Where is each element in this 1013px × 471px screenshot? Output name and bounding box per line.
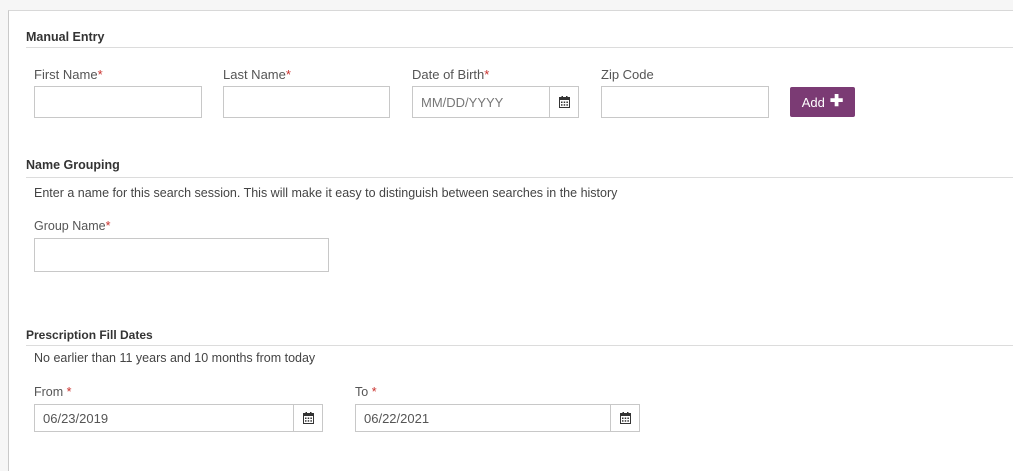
name-grouping-divider — [26, 177, 1013, 178]
plus-icon: ✚ — [829, 93, 844, 110]
group-name-input[interactable] — [34, 238, 329, 272]
from-calendar-button[interactable] — [293, 405, 322, 431]
first-name-input[interactable] — [34, 86, 202, 118]
last-name-label: Last Name* — [223, 67, 291, 82]
dob-label: Date of Birth* — [412, 67, 490, 82]
zip-code-input[interactable] — [601, 86, 769, 118]
zip-label: Zip Code — [601, 67, 654, 82]
fill-dates-description: No earlier than 11 years and 10 months f… — [34, 351, 316, 365]
calendar-icon — [558, 96, 570, 108]
dob-input[interactable] — [413, 87, 549, 117]
fill-dates-title: Prescription Fill Dates — [26, 328, 153, 342]
manual-entry-divider — [26, 47, 1013, 48]
dob-calendar-button[interactable] — [549, 87, 578, 117]
calendar-icon — [302, 412, 314, 424]
calendar-icon — [619, 412, 631, 424]
first-name-label: First Name* — [34, 67, 103, 82]
add-button-label: Add — [801, 94, 825, 110]
group-name-label: Group Name* — [34, 219, 111, 233]
to-label: To * — [355, 385, 377, 399]
name-grouping-title: Name Grouping — [26, 158, 120, 172]
manual-entry-title: Manual Entry — [26, 30, 105, 44]
to-date-field — [355, 404, 640, 432]
fill-dates-divider — [26, 345, 1013, 346]
to-date-input[interactable] — [356, 405, 610, 431]
name-grouping-description: Enter a name for this search session. Th… — [34, 186, 618, 200]
from-date-field — [34, 404, 323, 432]
last-name-input[interactable] — [223, 86, 390, 118]
add-button[interactable]: Add ✚ — [790, 87, 855, 117]
dob-field — [412, 86, 579, 118]
to-calendar-button[interactable] — [610, 405, 639, 431]
from-date-input[interactable] — [35, 405, 293, 431]
from-label: From * — [34, 385, 72, 399]
